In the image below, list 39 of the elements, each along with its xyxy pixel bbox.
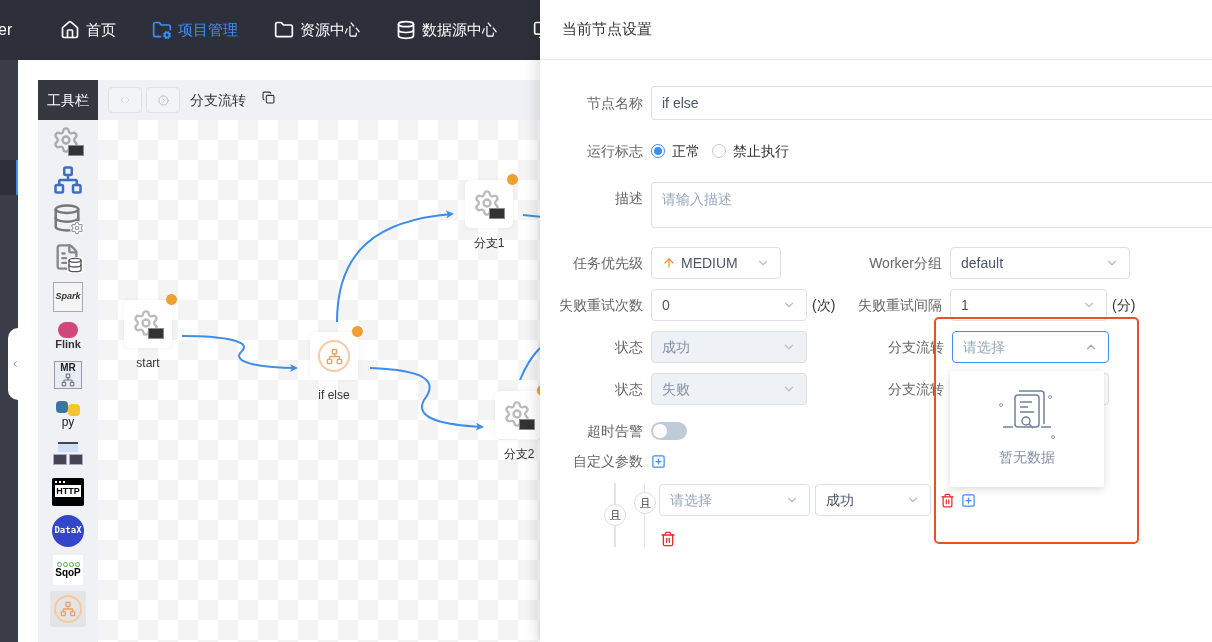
field-label: 超时告警 (587, 421, 643, 441)
process-name: 分支流转 (190, 90, 246, 110)
unit-label: (分) (1112, 295, 1136, 315)
radio-option[interactable]: 禁止执行 (712, 140, 789, 162)
field-label: 失败重试间隔 (858, 295, 942, 315)
logic-operator[interactable]: 且 (634, 492, 656, 514)
node-label: 分支2 (503, 446, 535, 463)
nav-tab[interactable]: 项目管理 (152, 18, 239, 42)
drawer-title: 当前节点设置 (562, 19, 652, 40)
nav-tab[interactable]: 数据源中心 (396, 18, 498, 42)
radio-option[interactable]: 正常 (651, 140, 700, 162)
empty-text: 暂无数据 (999, 448, 1055, 467)
field-label: 状态 (615, 379, 643, 399)
logic-operator[interactable]: 且 (604, 504, 626, 526)
node-label: start (136, 355, 160, 372)
retry-interval-select[interactable]: 1 (950, 289, 1107, 321)
tool-item[interactable]: DataX (50, 513, 86, 549)
field-label: 描述 (615, 189, 643, 208)
field-label: 状态 (615, 337, 643, 357)
python-logo: py (56, 400, 80, 428)
worker-group-select[interactable]: default (950, 247, 1130, 279)
state-select[interactable]: 成功 (815, 484, 931, 516)
field-label: 自定义参数 (573, 451, 643, 471)
node-name-field[interactable]: if else (651, 86, 1212, 120)
field-label: Worker分组 (869, 253, 942, 273)
field-label: 失败重试次数 (559, 295, 643, 315)
field-label: 运行标志 (587, 141, 643, 161)
tool-item[interactable]: py (50, 396, 86, 432)
node-label: if else (318, 387, 350, 404)
retry-times-select[interactable]: 0 (651, 289, 807, 321)
nav-tab[interactable]: 首页 (60, 18, 117, 42)
nav-tab[interactable]: 资源中心 (274, 18, 361, 42)
field-label: 节点名称 (587, 93, 643, 113)
toolbar-title: 工具栏 (38, 80, 98, 120)
priority-select[interactable]: MEDIUM (651, 247, 781, 279)
unit-label: (次) (812, 295, 836, 315)
field-label: 任务优先级 (573, 253, 643, 273)
description-field[interactable]: 请输入描述 (651, 182, 1212, 228)
node-label: 分支1 (473, 235, 505, 252)
